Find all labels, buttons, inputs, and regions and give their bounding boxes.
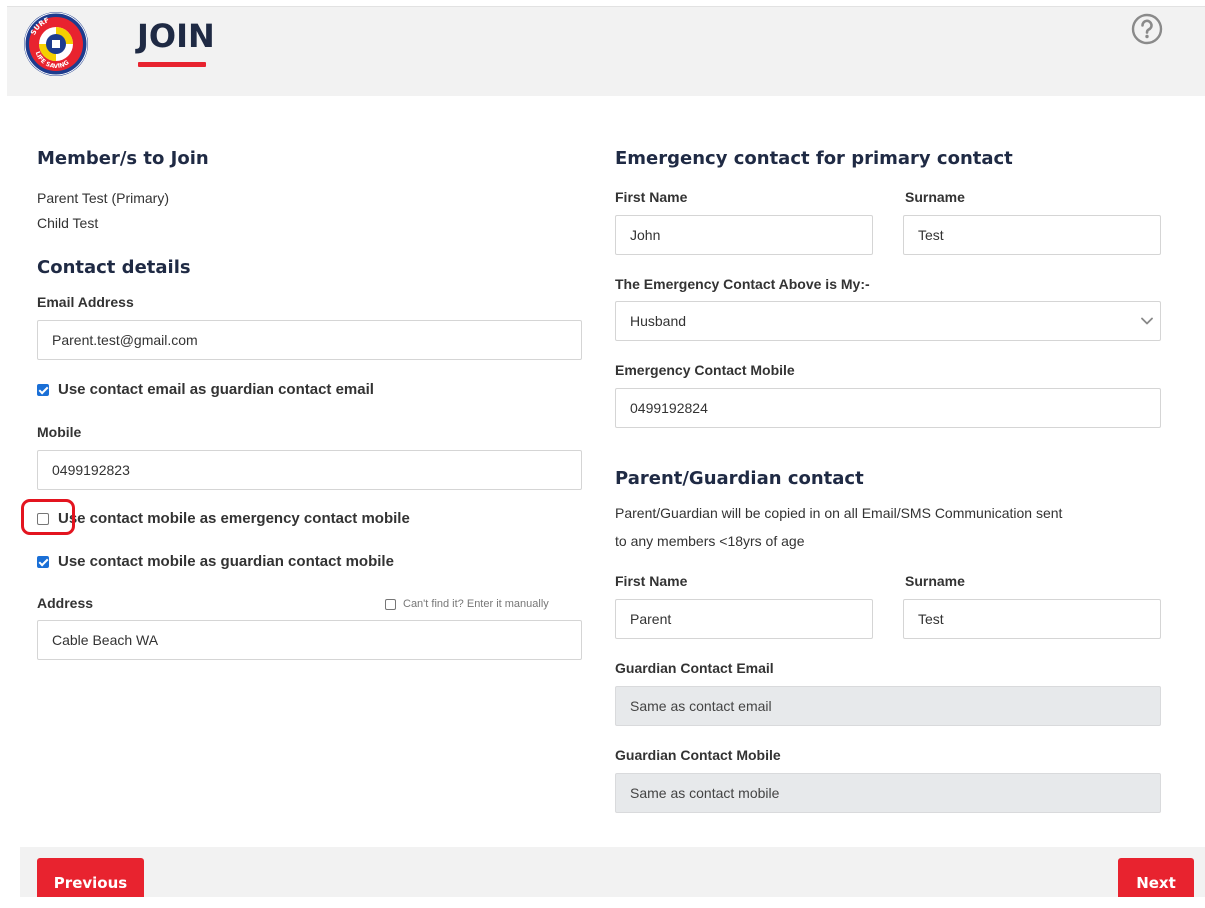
page-title: JOIN — [137, 17, 215, 55]
help-icon[interactable] — [1131, 13, 1163, 45]
guardian-note-line1: Parent/Guardian will be copied in on all… — [615, 505, 1063, 521]
email-label: Email Address — [37, 294, 134, 310]
address-label: Address — [37, 595, 94, 611]
emergency-relation-value: Husband — [630, 313, 687, 329]
guardian-first-name-field[interactable] — [615, 599, 873, 639]
email-guardian-checkbox[interactable] — [37, 383, 49, 396]
mobile-emergency-option[interactable]: Use contact mobile as emergency contact … — [37, 510, 410, 527]
title-underline — [138, 62, 206, 67]
mobile-guardian-option[interactable]: Use contact mobile as guardian contact m… — [37, 553, 394, 570]
guardian-note-line2: to any members <18yrs of age — [615, 533, 805, 549]
emergency-first-name-field[interactable] — [615, 215, 873, 255]
email-guardian-option[interactable]: Use contact email as guardian contact em… — [37, 381, 374, 398]
guardian-heading: Parent/Guardian contact — [615, 468, 864, 489]
emergency-surname-field[interactable] — [903, 215, 1161, 255]
email-field[interactable] — [37, 320, 582, 360]
email-guardian-check-label: Use contact email as guardian contact em… — [58, 381, 374, 398]
guardian-first-name-label: First Name — [615, 573, 688, 589]
address-field[interactable] — [37, 620, 582, 660]
guardian-surname-label: Surname — [905, 573, 965, 589]
member-item-parent: Parent Test (Primary) — [37, 190, 169, 206]
emergency-mobile-field[interactable] — [615, 388, 1161, 428]
mobile-emergency-check-label: Use contact mobile as emergency contact … — [58, 510, 410, 527]
next-button[interactable]: Next — [1118, 858, 1194, 897]
emergency-first-name-label: First Name — [615, 189, 688, 205]
mobile-emergency-checkbox[interactable] — [37, 512, 49, 525]
address-manual-label: Can't find it? Enter it manually — [403, 598, 549, 610]
chevron-down-icon[interactable] — [1140, 314, 1154, 328]
guardian-email-field — [615, 686, 1161, 726]
mobile-guardian-check-label: Use contact mobile as guardian contact m… — [58, 553, 394, 570]
address-manual-option[interactable]: Can't find it? Enter it manually — [385, 598, 549, 610]
members-heading: Member/s to Join — [37, 148, 209, 169]
emergency-surname-label: Surname — [905, 189, 965, 205]
address-manual-checkbox[interactable] — [385, 598, 396, 610]
surf-life-saving-logo: SURF LIFE SAVING — [24, 12, 88, 76]
guardian-surname-field[interactable] — [903, 599, 1161, 639]
member-item-child: Child Test — [37, 215, 99, 231]
previous-button[interactable]: Previous — [37, 858, 144, 897]
guardian-mobile-field — [615, 773, 1161, 813]
emergency-relation-label: The Emergency Contact Above is My:- — [615, 276, 870, 292]
emergency-heading: Emergency contact for primary contact — [615, 148, 1013, 169]
contact-details-heading: Contact details — [37, 257, 191, 278]
page-header: SURF LIFE SAVING JOIN — [7, 6, 1205, 96]
emergency-relation-select[interactable]: Husband — [615, 301, 1161, 341]
emergency-mobile-label: Emergency Contact Mobile — [615, 362, 795, 378]
mobile-guardian-checkbox[interactable] — [37, 555, 49, 568]
mobile-field[interactable] — [37, 450, 582, 490]
mobile-label: Mobile — [37, 424, 82, 440]
footer-bar — [20, 847, 1205, 897]
guardian-mobile-label: Guardian Contact Mobile — [615, 747, 781, 763]
guardian-email-label: Guardian Contact Email — [615, 660, 774, 676]
